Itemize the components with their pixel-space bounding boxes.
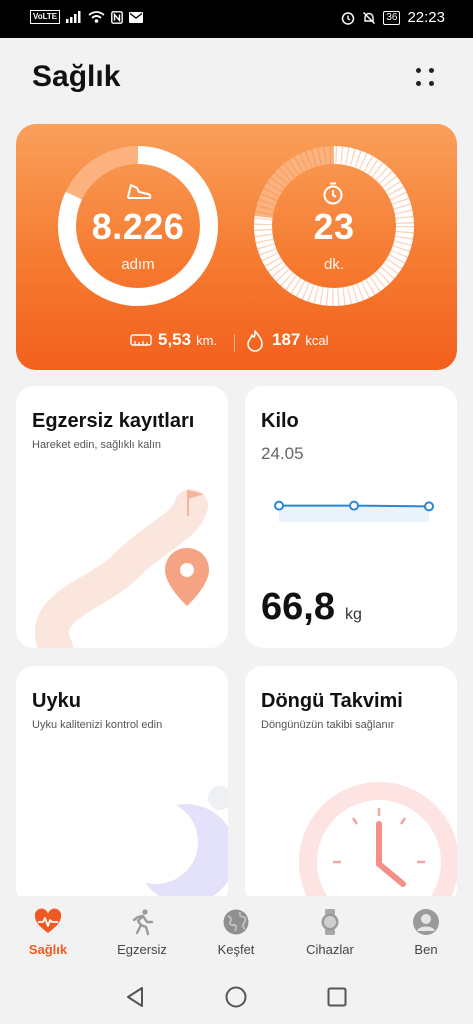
activity-summary: 5,53 km. 187 kcal <box>16 330 457 360</box>
nfc-icon <box>111 10 124 24</box>
minutes-label: 23 dk. <box>272 206 396 273</box>
weight-reading: 66,8 kg <box>261 586 362 629</box>
status-bar-left: VoLTE <box>30 10 144 24</box>
volte-badge: VoLTE <box>30 10 61 24</box>
exercise-card-title: Egzersiz kayıtları <box>32 410 195 432</box>
runner-icon <box>132 909 154 936</box>
bottom-nav: Sağlık Egzersiz Keşfet Cihazlar Ben <box>0 896 473 972</box>
calories: 187 kcal <box>272 330 329 350</box>
calories-value: 187 <box>272 330 301 349</box>
cycle-calendar-card[interactable]: Döngü Takvimi Döngünüzün takibi sağlanır <box>245 666 457 906</box>
nav-label-exercise: Egzersiz <box>117 942 167 957</box>
distance-value: 5,53 <box>158 330 192 349</box>
nav-item-devices[interactable]: Cihazlar <box>290 908 370 957</box>
route-illustration <box>35 489 209 648</box>
profile-icon <box>413 909 439 935</box>
signal-icon <box>66 11 81 23</box>
stopwatch-icon <box>323 182 343 205</box>
weight-card-title: Kilo <box>261 410 299 432</box>
watch-icon <box>321 909 339 935</box>
distance: 5,53 km. <box>158 330 217 350</box>
sleep-card[interactable]: Uyku Uyku kalitenizi kontrol edin <box>16 666 228 906</box>
mail-icon <box>129 11 144 23</box>
wifi-icon <box>88 11 105 23</box>
clock-illustration <box>299 782 457 906</box>
sleep-card-title: Uyku <box>32 690 81 712</box>
exercise-records-card[interactable]: Egzersiz kayıtları Hareket edin, sağlıkl… <box>16 386 228 648</box>
clock: 22:23 <box>407 9 445 26</box>
battery-indicator: 36 <box>383 10 401 25</box>
weight-card[interactable]: Kilo 24.05 66,8 kg <box>245 386 457 648</box>
steps-unit: adım <box>121 256 155 273</box>
more-options-button[interactable] <box>410 62 440 92</box>
more-dot <box>429 68 434 73</box>
more-dot <box>429 81 434 86</box>
nav-item-health[interactable]: Sağlık <box>8 908 88 957</box>
weight-trend-chart <box>274 500 434 522</box>
weight-trend-point <box>424 501 434 512</box>
distance-unit: km. <box>196 333 218 348</box>
nav-item-discover[interactable]: Keşfet <box>196 908 276 957</box>
flame-icon <box>247 330 263 352</box>
status-bar: VoLTE 36 22:23 <box>0 0 473 38</box>
nav-item-exercise[interactable]: Egzersiz <box>102 908 182 957</box>
nav-label-devices: Cihazlar <box>306 942 354 957</box>
steps-label: 8.226 adım <box>76 206 200 273</box>
cycle-card-title: Döngü Takvimi <box>261 690 403 712</box>
cycle-card-subtitle: Döngünüzün takibi sağlanır <box>261 719 395 731</box>
weight-value: 66,8 <box>261 586 335 628</box>
mute-bell-icon <box>363 11 376 24</box>
weight-unit: kg <box>344 606 362 623</box>
home-icon[interactable] <box>225 986 247 1008</box>
weight-date: 24.05 <box>261 444 304 463</box>
steps-value: 8.226 <box>91 206 185 247</box>
nav-label-me: Ben <box>414 942 438 957</box>
distance-icon <box>130 334 152 346</box>
heart-pulse-icon <box>34 908 62 933</box>
more-dot <box>416 68 421 73</box>
nav-item-me[interactable]: Ben <box>386 908 466 957</box>
status-bar-right: 36 22:23 <box>341 9 445 26</box>
weight-trend-point <box>274 500 284 511</box>
nav-label-discover: Keşfet <box>217 942 255 957</box>
shoe-icon <box>127 184 152 199</box>
summary-divider <box>234 334 235 352</box>
sleep-card-subtitle: Uyku kalitenizi kontrol edin <box>32 719 163 731</box>
activity-card[interactable]: 8.226 adım 23 dk. 5,53 km. 187 kcal <box>16 124 457 370</box>
system-nav-bar <box>0 972 473 1024</box>
back-icon[interactable] <box>124 986 146 1008</box>
page-title: Sağlık <box>32 60 121 93</box>
more-dot <box>416 81 421 86</box>
exercise-card-subtitle: Hareket edin, sağlıklı kalın <box>32 439 162 451</box>
minutes-value: 23 <box>313 206 355 247</box>
recents-icon[interactable] <box>327 987 347 1007</box>
alarm-icon <box>342 11 355 25</box>
weight-trend-point <box>349 500 359 511</box>
moon-icon <box>126 786 228 904</box>
globe-icon <box>223 909 249 935</box>
calories-unit: kcal <box>305 333 329 348</box>
nav-label-health: Sağlık <box>28 942 68 957</box>
minutes-unit: dk. <box>323 256 344 273</box>
